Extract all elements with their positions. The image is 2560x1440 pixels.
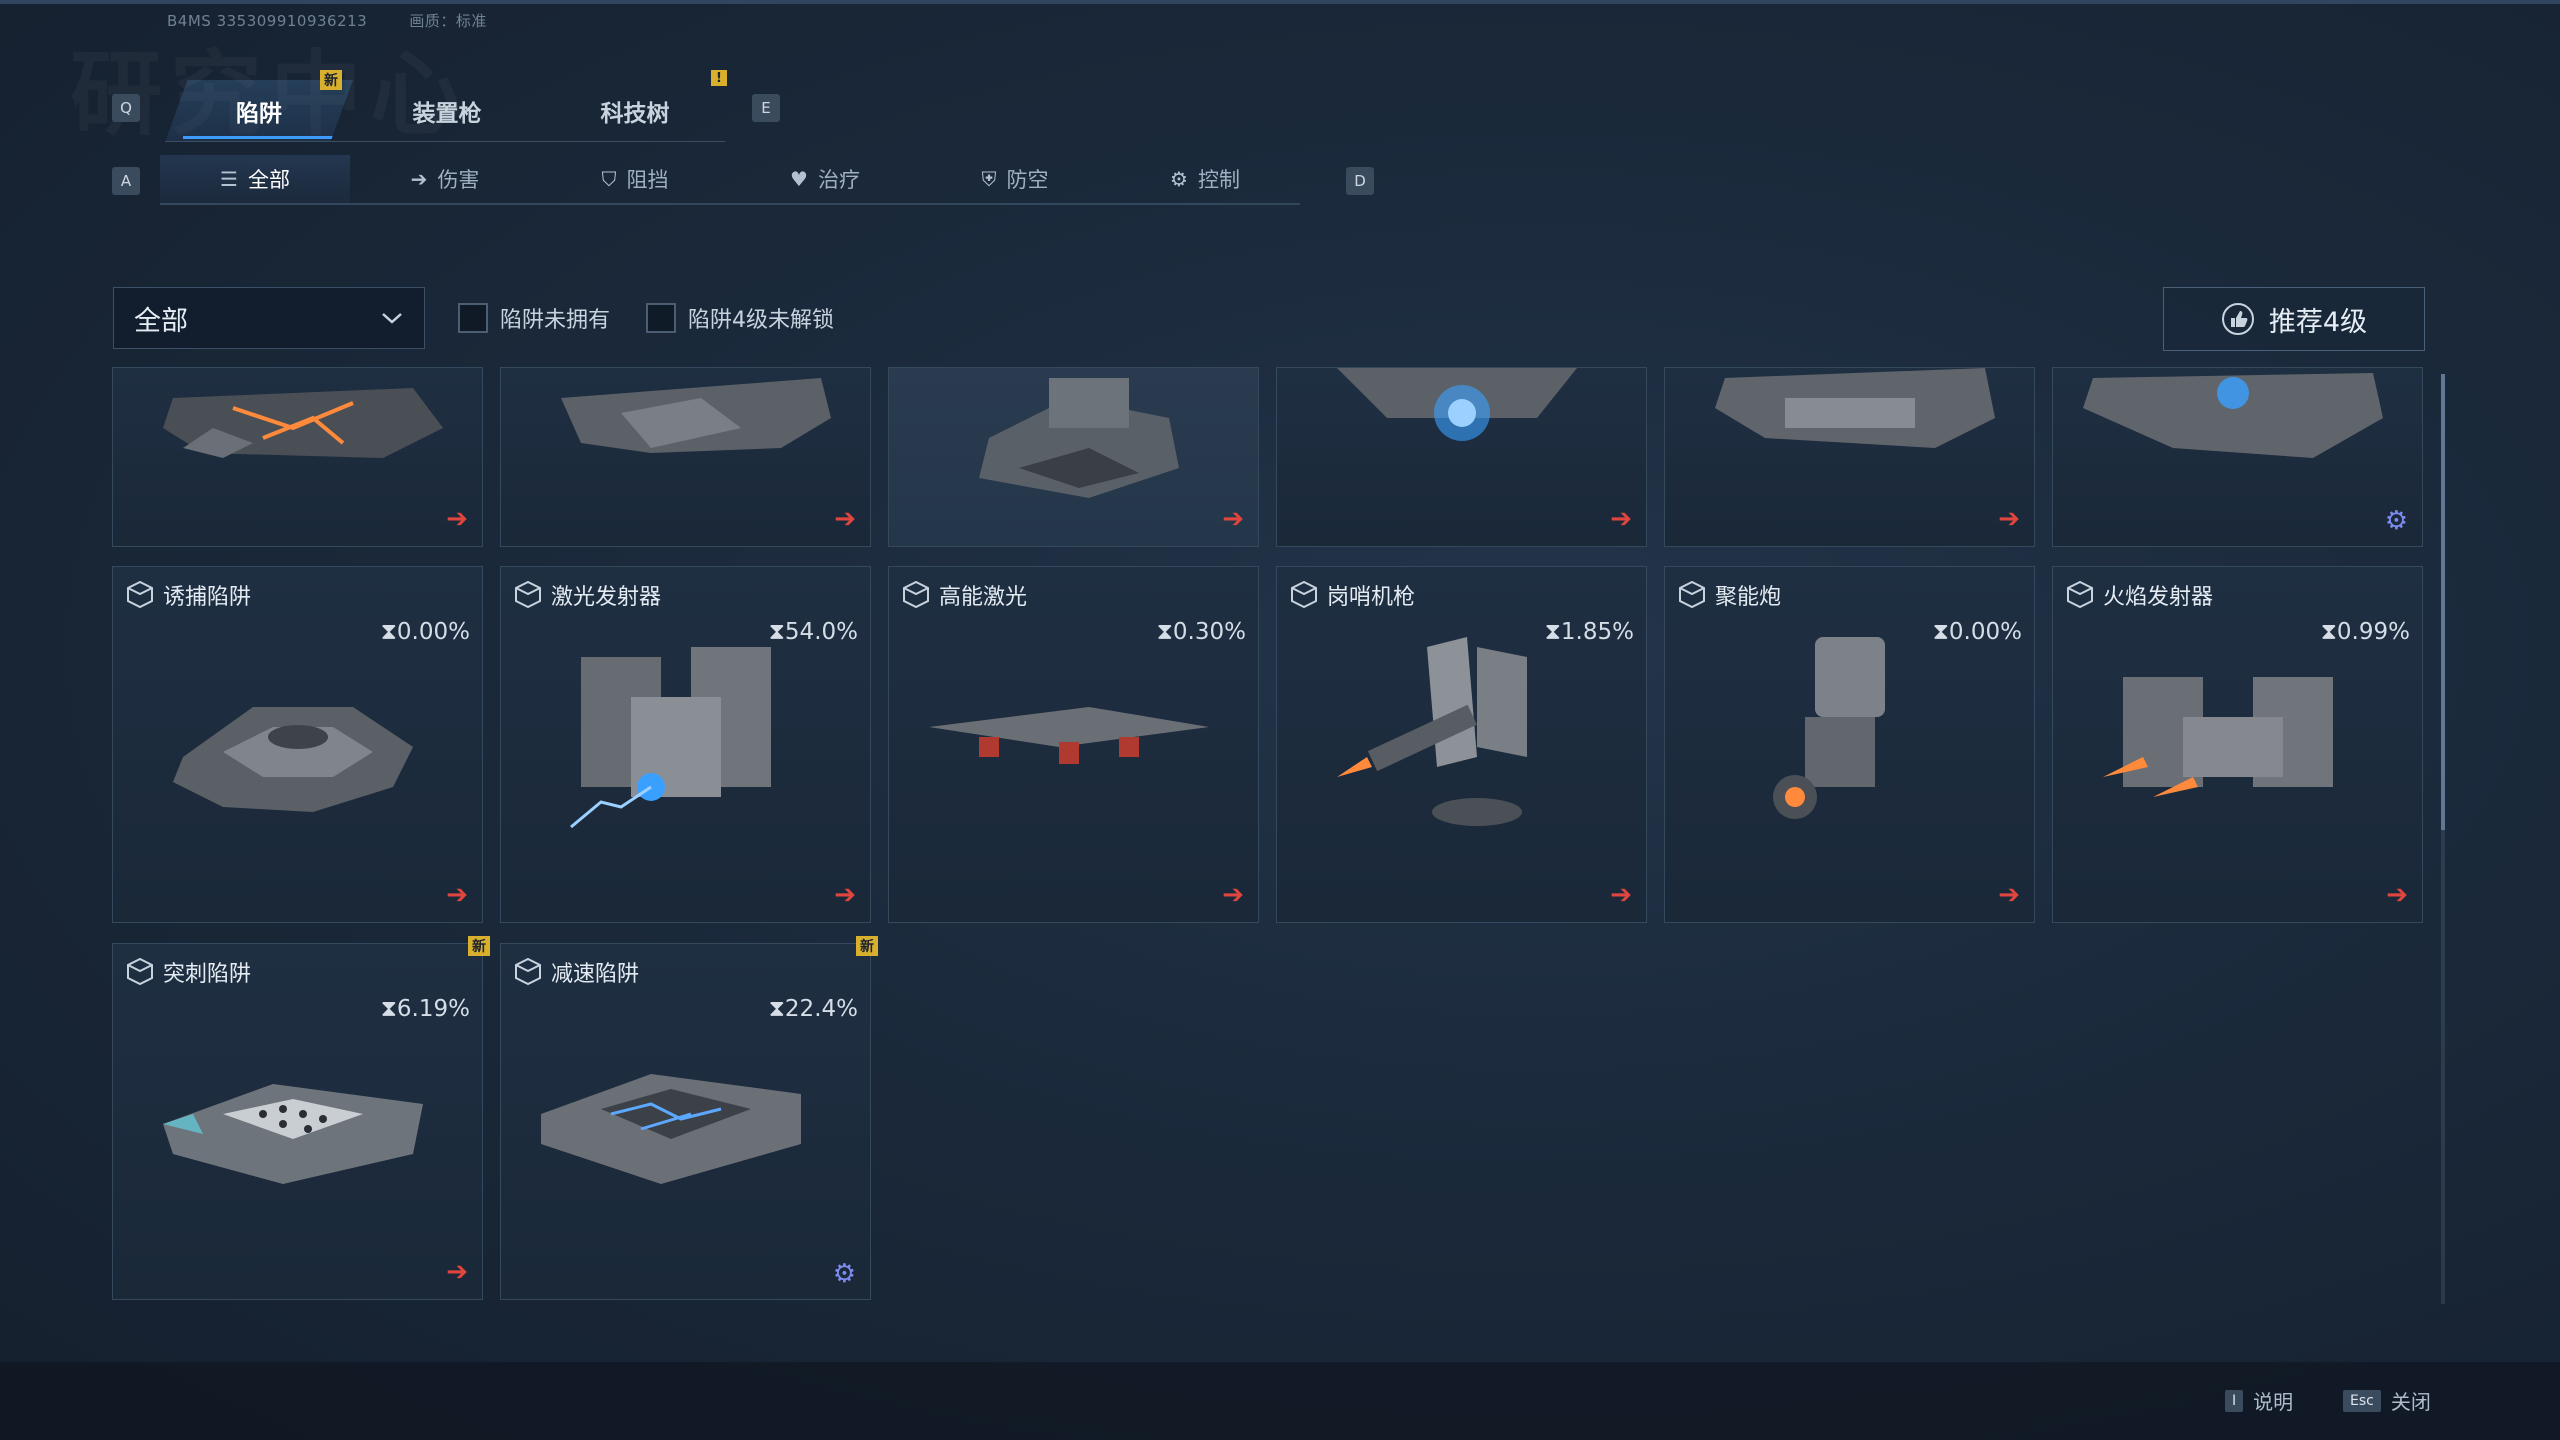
cube-icon — [1291, 580, 1317, 609]
trap-art-image — [2083, 373, 2383, 458]
help-label: 说明 — [2253, 1390, 2294, 1414]
close-hint[interactable]: Esc 关闭 — [2343, 1386, 2431, 1415]
trap-art-image — [173, 707, 413, 812]
arrow-right-icon[interactable]: ➔ — [834, 504, 856, 534]
trap-name: 高能激光 — [939, 585, 1028, 610]
trap-name: 激光发射器 — [551, 585, 662, 610]
arrow-right-icon[interactable]: ➔ — [446, 1257, 468, 1287]
trap-name: 火焰发射器 — [2103, 585, 2214, 610]
cube-icon — [2067, 580, 2093, 609]
help-hint[interactable]: I 说明 — [2225, 1386, 2293, 1415]
cube-icon — [127, 957, 153, 986]
trap-card-high-energy-laser[interactable]: 高能激光 ⧗0.30% ➔ — [888, 566, 1259, 923]
close-label: 关闭 — [2390, 1390, 2431, 1414]
trap-art-image — [929, 707, 1209, 764]
trap-card-focus-cannon[interactable]: 聚能炮 ⧗0.00% ➔ — [1664, 566, 2035, 923]
trap-card-sentry-gun[interactable]: 岗哨机枪 ⧗1.85% ➔ — [1276, 566, 1647, 923]
close-key: Esc — [2343, 1389, 2381, 1412]
trap-card-spike-trap[interactable]: 突刺陷阱 ⧗6.19% ➔ — [112, 943, 483, 1300]
cube-icon — [515, 957, 541, 986]
trap-art-image — [1337, 637, 1527, 826]
trap-name: 突刺陷阱 — [163, 962, 252, 987]
trap-art-image — [163, 388, 443, 458]
trap-card[interactable]: ➔ — [1276, 367, 1647, 547]
trap-card[interactable]: ➔ — [500, 367, 871, 547]
arrow-right-icon[interactable]: ➔ — [1998, 880, 2020, 910]
trap-art-image — [1715, 368, 1995, 448]
gear-icon[interactable]: ⚙ — [833, 1259, 856, 1289]
arrow-right-icon[interactable]: ➔ — [1610, 504, 1632, 534]
new-badge: 新 — [856, 936, 878, 956]
arrow-right-icon[interactable]: ➔ — [446, 504, 468, 534]
trap-card[interactable]: ➔ — [888, 367, 1259, 547]
trap-card[interactable]: ⚙ — [2052, 367, 2423, 547]
trap-art-image — [1773, 637, 1885, 819]
trap-card-slow-trap[interactable]: 减速陷阱 ⧗22.4% ⚙ — [500, 943, 871, 1300]
trap-art-image — [1337, 368, 1577, 441]
arrow-right-icon[interactable]: ➔ — [834, 880, 856, 910]
trap-card[interactable]: ➔ — [112, 367, 483, 547]
cube-icon — [903, 580, 929, 609]
trap-art-image — [541, 1074, 801, 1184]
trap-art-image — [163, 1084, 423, 1184]
footer-bar — [0, 1362, 2560, 1440]
trap-card[interactable]: ➔ — [1664, 367, 2035, 547]
trap-art-image — [979, 378, 1179, 498]
arrow-right-icon[interactable]: ➔ — [2386, 880, 2408, 910]
trap-name: 聚能炮 — [1715, 585, 1782, 610]
trap-art-image — [570, 647, 771, 829]
cube-icon — [127, 580, 153, 609]
gear-icon[interactable]: ⚙ — [2385, 506, 2408, 536]
arrow-right-icon[interactable]: ➔ — [1222, 504, 1244, 534]
trap-card-flamethrower[interactable]: 火焰发射器 ⧗0.99% ➔ — [2052, 566, 2423, 923]
new-badge: 新 — [468, 936, 490, 956]
scrollbar-thumb[interactable] — [2441, 374, 2445, 830]
trap-name: 诱捕陷阱 — [163, 585, 252, 610]
trap-card-laser-emitter[interactable]: 激光发射器 ⧗54.0% ➔ — [500, 566, 871, 923]
arrow-right-icon[interactable]: ➔ — [446, 880, 468, 910]
arrow-right-icon[interactable]: ➔ — [1610, 880, 1632, 910]
trap-grid: ➔ ➔ ➔ ➔ ➔ ⚙ 诱捕陷阱 ⧗0.00% ➔ 激光发射器 ⧗54.0% ➔… — [112, 0, 2432, 1310]
trap-art-image — [561, 378, 831, 453]
arrow-right-icon[interactable]: ➔ — [1998, 504, 2020, 534]
trap-art-image — [2103, 677, 2333, 797]
trap-name: 减速陷阱 — [551, 962, 640, 987]
arrow-right-icon[interactable]: ➔ — [1222, 880, 1244, 910]
cube-icon — [1679, 580, 1705, 609]
trap-name: 岗哨机枪 — [1327, 585, 1416, 610]
help-key: I — [2225, 1389, 2244, 1412]
cube-icon — [515, 580, 541, 609]
trap-card-lure-trap[interactable]: 诱捕陷阱 ⧗0.00% ➔ — [112, 566, 483, 923]
